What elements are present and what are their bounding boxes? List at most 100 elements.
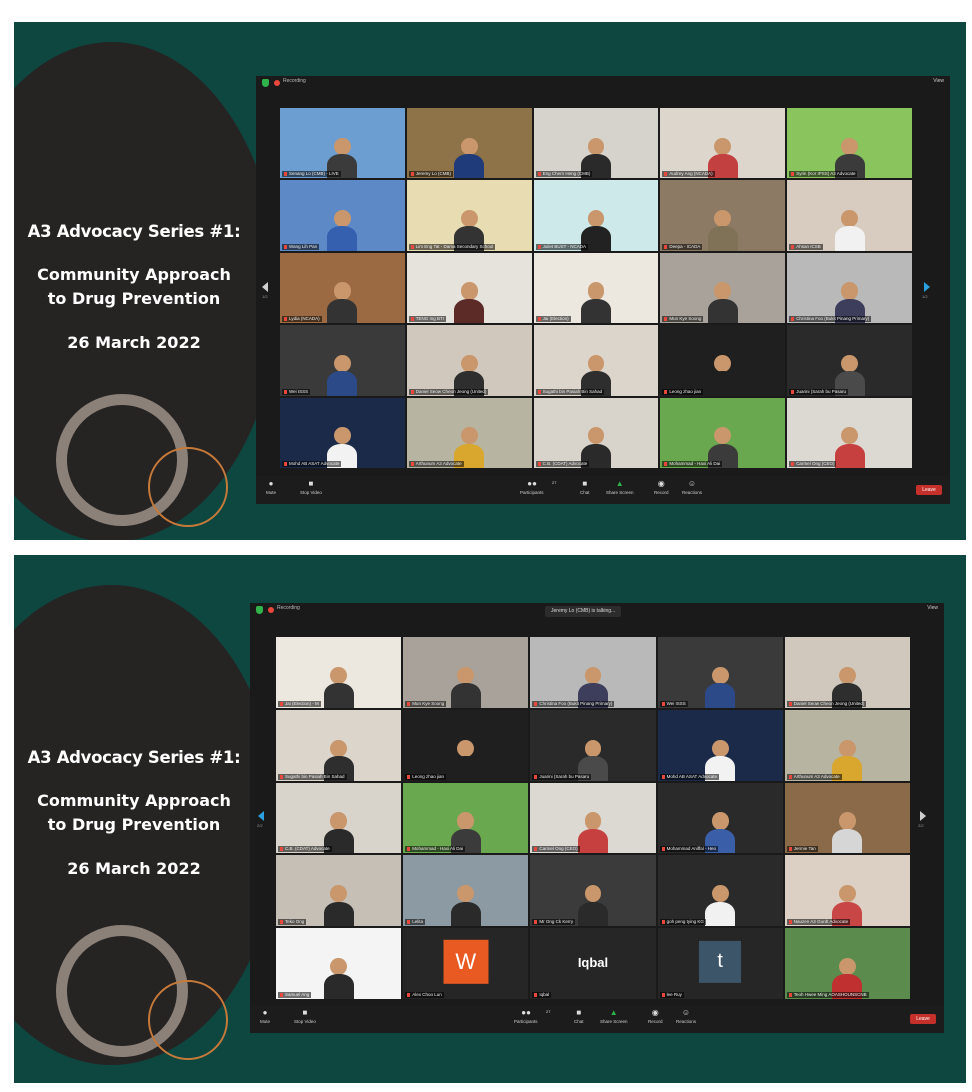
participant-tile[interactable]: Sugathi bin Pasiah Bin Sahad bbox=[276, 709, 402, 781]
participant-tile[interactable]: Audrey Ang (NCADA) bbox=[660, 108, 786, 179]
zoom-top-bar: Recording View bbox=[256, 76, 950, 90]
share-screen-button[interactable]: ▲ Share Screen bbox=[600, 1009, 628, 1025]
participants-button[interactable]: ●● Participants bbox=[520, 480, 544, 496]
participant-tile[interactable]: C.B. (CDAT) Advocate bbox=[533, 397, 659, 468]
participant-tile[interactable]: C.B. (CDAT) Advocate bbox=[276, 782, 402, 854]
view-button[interactable]: View bbox=[933, 78, 944, 84]
participant-head bbox=[841, 137, 858, 155]
participant-tile[interactable]: Juliet BUST - NCADA bbox=[533, 180, 659, 251]
participant-video-figure bbox=[323, 885, 354, 927]
video-grid: Senang Lo (CMB) - LIVE Jeremy Lo (CMB) Eng… bbox=[280, 108, 912, 468]
participant-tile[interactable]: W Alex Choo Lun bbox=[403, 928, 529, 999]
next-page-arrow-icon[interactable] bbox=[924, 282, 930, 292]
security-shield-icon[interactable] bbox=[256, 606, 263, 614]
zoom-top-bar: Recording Jeremy Lo (CMB) is talking... … bbox=[250, 603, 944, 617]
next-page-arrow-icon[interactable] bbox=[920, 811, 926, 821]
participant-tile[interactable]: Mohd AB ASAT Advocate bbox=[657, 709, 783, 781]
participant-tile[interactable]: Teoh Hwee Ming AOASHOUNSCNB bbox=[784, 928, 910, 999]
participant-tile[interactable]: Mohd AB ASAT Advocate bbox=[280, 397, 405, 468]
participant-tile[interactable]: Lim Eng Tat - Dama Secondary School bbox=[406, 180, 532, 251]
leave-button[interactable]: Leave bbox=[910, 1014, 936, 1024]
participant-body bbox=[327, 226, 358, 251]
participant-tile[interactable]: Mohammad - Haxi Ali Dai bbox=[403, 782, 529, 854]
participant-tile[interactable]: Samuel Ang bbox=[276, 928, 402, 999]
participant-name-label: Mun Kye Soong bbox=[662, 316, 704, 323]
participant-head bbox=[334, 137, 351, 155]
view-button[interactable]: View bbox=[927, 605, 938, 611]
participant-tile[interactable]: Christina Foo (Bukit Pinang Primary) bbox=[787, 252, 912, 324]
participant-head bbox=[711, 812, 729, 830]
participant-tile[interactable]: Juarini (Sarah bu Pasaru bbox=[530, 709, 656, 781]
participant-tile[interactable]: Mun Kye Soong bbox=[403, 637, 529, 708]
record-button[interactable]: ◉ Record bbox=[648, 1009, 663, 1025]
security-shield-icon[interactable] bbox=[262, 79, 269, 87]
participant-tile[interactable]: Iqbal Iqbal bbox=[530, 928, 656, 999]
participant-tile[interactable]: Jai (Election) - M bbox=[276, 637, 402, 708]
prev-page-arrow-icon[interactable] bbox=[258, 811, 264, 821]
participant-tile[interactable]: Senang Lo (CMB) - LIVE bbox=[280, 108, 405, 179]
participant-tile[interactable]: Mr Ong Ck Kerry bbox=[530, 855, 656, 927]
mute-button[interactable]: ● Mute bbox=[266, 480, 276, 496]
participant-video-figure bbox=[327, 354, 358, 396]
share-screen-button[interactable]: ▲ Share Screen bbox=[606, 480, 634, 496]
stop-video-button[interactable]: ■ Stop Video bbox=[294, 1009, 316, 1025]
participant-head bbox=[460, 282, 478, 300]
participant-tile[interactable]: Juarini (Sarah bu Pasaru bbox=[787, 325, 912, 396]
participant-tile[interactable]: Mohammad - Haxi Ali Dai bbox=[660, 397, 786, 468]
participant-tile[interactable]: t lee Ruy bbox=[657, 928, 783, 999]
participant-tile[interactable]: Mohammad Aniffal - Heo bbox=[657, 782, 783, 854]
participant-tile[interactable]: Leong zhao jian bbox=[403, 709, 529, 781]
participant-tile[interactable]: Wang Lih Pan bbox=[280, 180, 405, 251]
participant-tile[interactable]: Lydia (NCADA) bbox=[280, 252, 405, 324]
participant-tile[interactable]: Wei ISSS bbox=[280, 325, 405, 396]
stop-video-button[interactable]: ■ Stop Video bbox=[300, 480, 322, 496]
participant-tile[interactable]: Leong zhao jian bbox=[660, 325, 786, 396]
participant-tile[interactable]: Ahsan ICSB bbox=[787, 180, 912, 251]
participant-tile[interactable]: Jeremy Lo (CMB) bbox=[406, 108, 532, 179]
participant-tile[interactable]: Carmel Ong (CEO) bbox=[530, 782, 656, 854]
participants-count: 27 bbox=[552, 480, 557, 485]
participant-head bbox=[587, 209, 605, 228]
participant-body bbox=[450, 683, 481, 708]
reactions-button[interactable]: ☺ Reactions bbox=[676, 1009, 696, 1025]
participant-tile[interactable]: Carmel Ong (CEO) bbox=[787, 397, 912, 468]
participant-tile[interactable]: Jai (Election) bbox=[533, 252, 659, 324]
recording-label: Recording bbox=[283, 78, 306, 84]
participant-tile[interactable]: Daniel Seow Cheon Jeong (United) bbox=[784, 637, 910, 708]
share-screen-label: Share Screen bbox=[606, 490, 634, 495]
participant-tile[interactable]: Christina Foo (Bukit Pinang Primary) bbox=[530, 637, 656, 708]
participant-tile[interactable]: Lelita bbox=[403, 855, 529, 927]
reactions-button[interactable]: ☺ Reactions bbox=[682, 480, 702, 496]
participant-head bbox=[330, 957, 347, 976]
participant-tile[interactable]: Daniel Seow Cheon Jeong (United) bbox=[406, 325, 532, 396]
participant-tile[interactable]: Arthunum A3 Advocate bbox=[784, 709, 910, 781]
participant-tile[interactable]: TENG Ing BTI bbox=[406, 252, 532, 324]
participant-tile[interactable]: Wei ISSS bbox=[657, 637, 783, 708]
participant-name-label: C.B. (CDAT) Advocate bbox=[535, 461, 590, 467]
participant-tile[interactable]: Mun Kye Soong bbox=[660, 252, 786, 324]
participant-video-figure bbox=[450, 739, 481, 781]
participant-video-figure bbox=[834, 209, 865, 251]
participant-name-label: Lelita bbox=[405, 919, 425, 926]
record-button[interactable]: ◉ Record bbox=[654, 480, 669, 496]
participant-tile[interactable]: Syrin (Kor IPSS) A3 Advocate bbox=[787, 108, 912, 179]
participant-tile[interactable]: Eng Chern Heng (CMB) bbox=[533, 108, 659, 179]
chat-button[interactable]: ■ Chat bbox=[574, 1009, 584, 1025]
participant-tile[interactable]: Teko Ong bbox=[276, 855, 402, 927]
participant-name-label: Mun Kye Soong bbox=[405, 700, 447, 707]
participants-button[interactable]: ●● Participants bbox=[514, 1009, 538, 1025]
mute-button[interactable]: ● Mute bbox=[260, 1009, 270, 1025]
chat-button[interactable]: ■ Chat bbox=[580, 480, 590, 496]
participant-tile[interactable]: goh peng tying KG bbox=[657, 855, 783, 927]
participant-name-label: Iqbal bbox=[532, 992, 552, 998]
prev-page-arrow-icon[interactable] bbox=[262, 282, 268, 292]
participant-tile[interactable]: Jermie Tan bbox=[784, 782, 910, 854]
participant-tile[interactable]: Nauzen A3 Gurdt Advocate bbox=[784, 855, 910, 927]
leave-button[interactable]: Leave bbox=[916, 485, 942, 495]
participant-video-figure bbox=[327, 209, 358, 251]
participant-video-figure bbox=[705, 666, 736, 708]
participant-tile[interactable]: Arthunum A3 Advocate bbox=[406, 397, 532, 468]
participants-count: 27 bbox=[546, 1009, 551, 1014]
participant-tile[interactable]: Sugathi bin Pasiah Bin Sahad bbox=[533, 325, 659, 396]
participant-tile[interactable]: Deepa - ICADA bbox=[660, 180, 786, 251]
